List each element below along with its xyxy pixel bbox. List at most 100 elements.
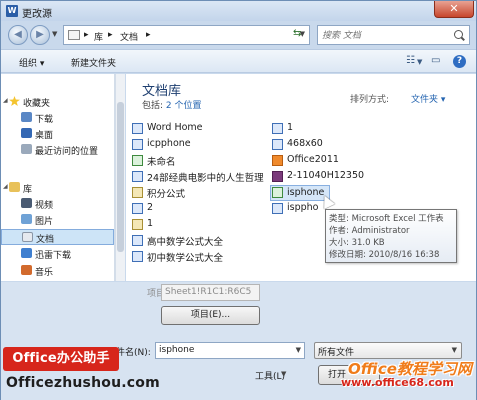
list-item[interactable]: 积分公式 [132,186,262,200]
breadcrumb-library[interactable]: 库 [94,30,103,43]
sort-by-dropdown[interactable]: 文件夹 ▾ [411,92,445,105]
word-file-icon [132,235,143,246]
nav-favorites[interactable]: ◢ 收藏夹 [1,94,114,110]
list-item[interactable]: Office2011 [272,154,362,168]
address-row: ◀ ▶ ▼ ▸ 库 ▸ 文档 ▸ ▼ ⇆ [1,21,476,49]
change-source-dialog: W 更改源 ✕ ◀ ▶ ▼ ▸ 库 ▸ 文档 ▸ ▼ ⇆ 组织 ▾ 新建文件夹 … [0,0,477,400]
excel-file-icon [132,155,143,166]
word-file-icon [272,123,283,134]
thunder-download-icon [21,248,32,258]
nav-documents[interactable]: 文档 [1,229,114,245]
items-button[interactable]: 项目(E)... [161,306,260,325]
collapse-arrow-icon[interactable]: ◢ [3,97,8,104]
view-options-icon[interactable]: ☷ [406,55,415,66]
library-folder-icon [68,30,80,40]
nav-videos[interactable]: 视频 [1,196,114,212]
watermark-office-assistant-url: Officezhushou.com [6,375,160,391]
libraries-icon [9,182,20,192]
window-title: 更改源 [22,9,52,20]
search-input[interactable] [322,29,452,42]
nav-downloads[interactable]: 下载 [1,110,114,126]
nav-desktop[interactable]: 桌面 [1,126,114,142]
library-subtitle: 包括: 2 个位置 [142,101,202,111]
archive-file-icon [132,219,143,230]
list-item[interactable]: Word Home [132,122,262,136]
word-file-icon [132,139,143,150]
nav-music[interactable]: 音乐 [1,263,114,279]
list-item[interactable]: 2 [132,202,262,216]
nav-pictures[interactable]: 图片 [1,212,114,228]
file-info-tooltip: 类型: Microsoft Excel 工作表 作者: Administrato… [325,209,457,263]
locations-link[interactable]: 2 个位置 [166,101,202,111]
nav-thunder-downloads[interactable]: 迅雷下载 [1,246,114,262]
recent-places-icon [21,144,32,154]
sort-label: 排列方式: [350,95,390,105]
back-button[interactable]: ◀ [8,25,28,45]
nav-recent-places[interactable]: 最近访问的位置 [1,142,114,158]
tooltip-author: 作者: Administrator [329,226,410,236]
office-app-icon [272,155,283,166]
winrar-file-icon [272,171,283,182]
tooltip-size: 大小: 31.0 KB [329,238,385,248]
navigation-pane: ◢ 收藏夹 下载 桌面 最近访问的位置 ◢ 库 视频 图片 文档 迅雷下载 音乐 [1,74,115,281]
breadcrumb-separator-icon: ▸ [108,30,113,40]
forward-button[interactable]: ▶ [30,25,50,45]
pictures-icon [21,214,32,224]
collapse-arrow-icon[interactable]: ◢ [3,183,8,190]
filetype-select[interactable]: 所有文件 ▼ [314,342,462,359]
view-dropdown-icon[interactable]: ▼ [417,58,422,66]
download-folder-icon [21,112,32,122]
word-file-icon [272,139,283,150]
tooltip-type: 类型: Microsoft Excel 工作表 [329,214,444,224]
refresh-icon[interactable]: ⇆ [293,28,301,39]
videos-icon [21,198,32,208]
list-item[interactable]: 24部经典电影中的人生哲理 [132,170,267,184]
word-file-icon [132,171,143,182]
watermark-office68-url: www.office68.com [341,376,454,389]
archive-file-icon [132,187,143,198]
search-icon[interactable] [454,30,463,39]
word-file-icon [132,203,143,214]
filetype-dropdown-icon[interactable]: ▼ [452,346,457,354]
word-file-icon [132,251,143,262]
nav-scrollbar[interactable] [115,74,125,281]
list-item[interactable]: 2-11040H12350 [272,170,364,184]
list-item[interactable]: 初中数学公式大全 [132,250,262,264]
organize-button[interactable]: 组织 ▾ [19,56,44,69]
word-file-icon [132,123,143,134]
item-range-field: Sheet1!R1C1:R6C5 [161,284,260,301]
title-bar: W 更改源 ✕ [1,1,476,21]
preview-pane-icon[interactable]: ▭ [431,55,440,66]
nav-scrollbar-thumb[interactable] [117,102,124,252]
list-item[interactable]: 468x60 [272,138,362,152]
star-icon [9,96,20,106]
word-file-icon [272,203,283,214]
tooltip-modified: 修改日期: 2010/8/16 16:38 [329,250,440,260]
library-title: 文档库 [142,84,182,99]
list-item[interactable]: 1 [132,218,262,232]
documents-icon [22,232,33,242]
filename-dropdown-icon[interactable]: ▼ [296,346,301,354]
search-box[interactable] [317,25,470,45]
filename-input[interactable]: isphone ▼ [155,342,305,359]
help-icon[interactable]: ? [453,55,466,68]
list-item[interactable]: 1 [272,122,362,136]
nav-libraries[interactable]: ◢ 库 [1,180,114,196]
new-folder-button[interactable]: 新建文件夹 [71,56,116,69]
watermark-office-assistant-badge: Office办公助手 [3,347,119,371]
list-item[interactable]: 未命名 [132,154,262,168]
address-bar[interactable]: ▸ 库 ▸ 文档 ▸ ▼ [63,25,310,45]
desktop-icon [21,128,32,138]
list-item[interactable]: icpphone [132,138,262,152]
music-icon [21,265,32,275]
breadcrumb-documents[interactable]: 文档 [120,30,138,43]
list-item[interactable]: 高中数学公式大全 [132,234,262,248]
word-app-icon: W [6,5,18,17]
tools-dropdown-icon[interactable]: ▼ [281,370,286,378]
command-toolbar: 组织 ▾ 新建文件夹 ☷ ▼ ▭ ? [1,49,476,73]
breadcrumb-separator-icon: ▸ [84,30,89,40]
excel-file-icon [272,187,283,198]
breadcrumb-separator-icon: ▸ [146,30,151,40]
recent-pages-dropdown-icon[interactable]: ▼ [52,30,57,38]
close-button[interactable]: ✕ [434,1,474,18]
